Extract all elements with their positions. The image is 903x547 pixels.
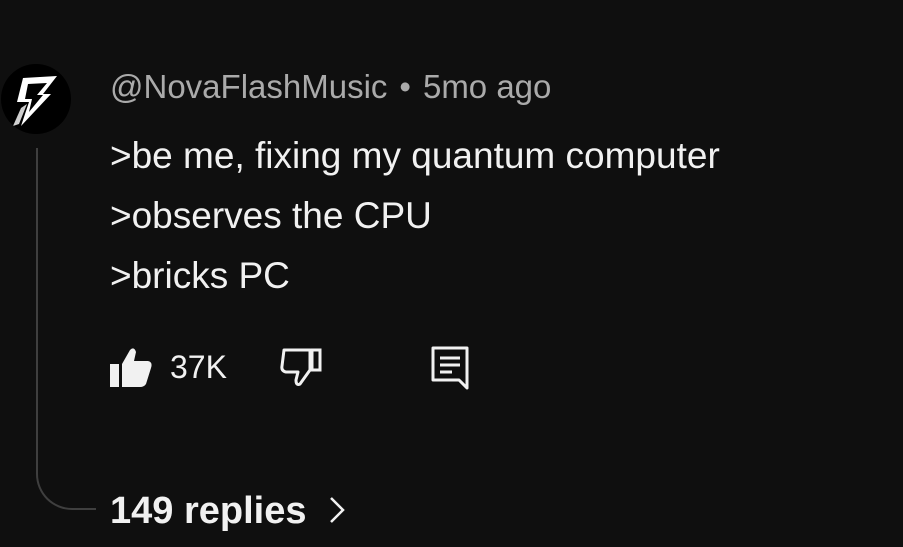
dislike-button[interactable] (278, 346, 324, 388)
comment-body: >be me, fixing my quantum computer >obse… (110, 126, 720, 306)
comment-time[interactable]: 5mo ago (423, 68, 551, 105)
meta-separator: • (399, 68, 411, 105)
like-count: 37K (170, 349, 227, 385)
comment-meta: @NovaFlashMusic • 5mo ago (110, 68, 551, 106)
comment-line: >observes the CPU (110, 195, 432, 236)
comment-line: >be me, fixing my quantum computer (110, 135, 720, 176)
author-name[interactable]: @NovaFlashMusic (110, 68, 387, 105)
comment-line: >bricks PC (110, 255, 290, 296)
chevron-right-icon (330, 497, 346, 523)
view-replies-button[interactable]: 149 replies (110, 490, 346, 533)
reply-thread-line (36, 148, 96, 510)
comment-reply-icon (431, 346, 469, 390)
lightning-logo-icon (13, 76, 57, 126)
reply-button[interactable] (428, 344, 474, 390)
like-button[interactable] (108, 344, 154, 390)
replies-count-label: 149 replies (110, 490, 307, 532)
avatar[interactable] (1, 64, 71, 134)
thumbs-up-icon (110, 348, 152, 387)
thumbs-down-icon (280, 348, 322, 386)
